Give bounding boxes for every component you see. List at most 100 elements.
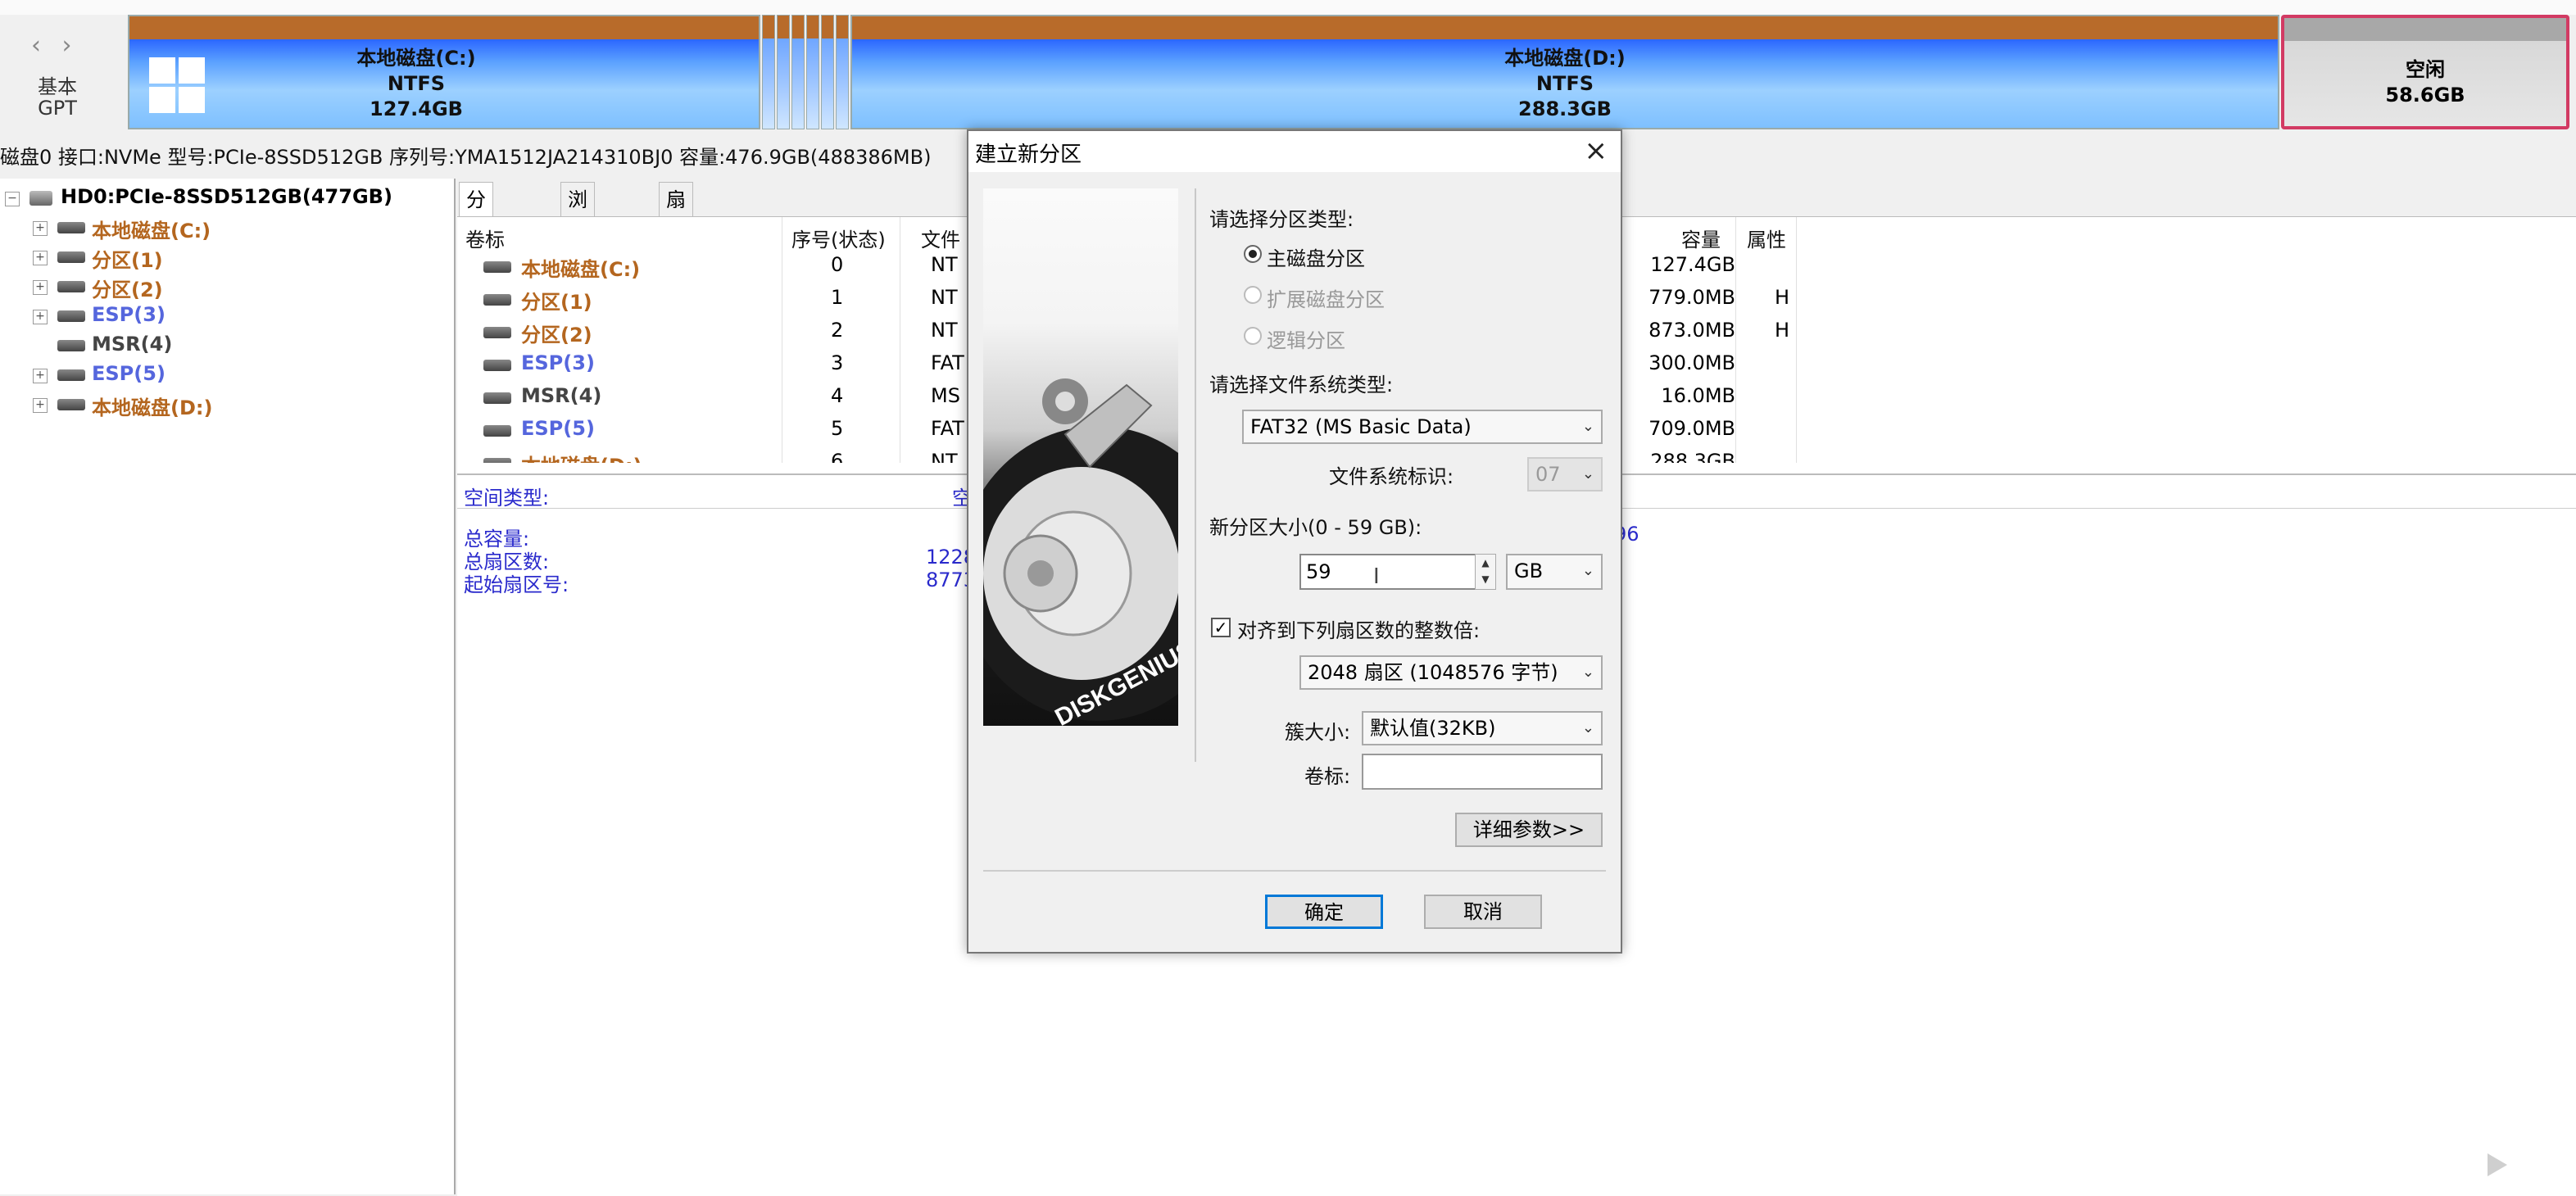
partition-c-name: 本地磁盘(C:) (356, 47, 476, 70)
partition-bar-3[interactable] (791, 15, 805, 129)
row-fs: NT (931, 319, 958, 342)
tab-partition-params[interactable]: 分区参数 (459, 182, 493, 315)
cluster-value: 默认值(32KB) (1370, 717, 1496, 740)
col-header-attr[interactable]: 属性 (1747, 224, 1786, 252)
fs-id-label: 文件系统标识: (1329, 465, 1454, 488)
partition-icon (483, 425, 511, 437)
partition-d-size: 288.3GB (1518, 97, 1612, 120)
fs-type-value: FAT32 (MS Basic Data) (1250, 415, 1472, 438)
row-fs: NT (931, 450, 958, 463)
partition-bar-2[interactable] (777, 15, 790, 129)
disk-type-label: 基本 (38, 75, 77, 98)
partition-type-label: 请选择分区类型: (1209, 208, 1354, 231)
partition-c-size: 127.4GB (370, 97, 463, 120)
partition-icon (483, 392, 511, 404)
row-seq: 3 (831, 351, 844, 374)
col-header-capacity[interactable]: 容量 (1681, 224, 1721, 252)
disk-nav: ‹ › 基本 GPT (0, 15, 123, 129)
partition-bar-4[interactable] (806, 15, 819, 129)
partition-bar-c[interactable]: 本地磁盘(C:) NTFS 127.4GB (128, 15, 760, 129)
row-seq: 6 (831, 450, 844, 463)
close-icon[interactable]: × (1585, 134, 1608, 167)
tab-browse-files[interactable]: 浏览文件 (560, 182, 595, 315)
row-fs: FAT (931, 417, 964, 440)
align-value: 2048 扇区 (1048576 字节) (1308, 661, 1558, 684)
tree-item-label: ESP(5) (92, 362, 166, 385)
collapse-icon[interactable]: − (5, 192, 20, 206)
expand-icon[interactable]: + (33, 251, 48, 265)
partition-d-name: 本地磁盘(D:) (1504, 47, 1626, 70)
row-attr: H (1775, 319, 1790, 342)
size-spinner[interactable]: ▲ ▼ (1475, 554, 1496, 590)
size-unit-select[interactable]: GB ⌄ (1506, 554, 1603, 590)
cancel-button[interactable]: 取消 (1424, 895, 1542, 929)
volume-label: 卷标: (1304, 765, 1351, 788)
radio-extended (1244, 286, 1262, 304)
col-header-fs[interactable]: 文件 (921, 224, 960, 252)
ok-button[interactable]: 确定 (1265, 895, 1383, 929)
col-header-seq[interactable]: 序号(状态) (791, 224, 886, 252)
size-unit-value: GB (1514, 559, 1544, 582)
partition-icon (483, 360, 511, 371)
partition-d-fs: NTFS (1535, 72, 1594, 95)
partition-bar-6[interactable] (836, 15, 849, 129)
fs-type-label: 请选择文件系统类型: (1209, 374, 1394, 396)
row-fs: NT (931, 286, 958, 309)
chevron-down-icon: ⌄ (1581, 418, 1594, 435)
tree-item-label: ESP(3) (92, 303, 166, 326)
align-checkbox[interactable]: ✓ (1211, 618, 1231, 637)
row-seq: 1 (831, 286, 844, 309)
free-space-name: 空闲 (2406, 58, 2445, 81)
radio-primary-label[interactable]: 主磁盘分区 (1267, 242, 1365, 271)
chevron-down-icon: ⌄ (1581, 719, 1594, 736)
partition-icon (57, 369, 85, 381)
row-name: 本地磁盘(D:) (521, 450, 642, 463)
col-header-label[interactable]: 卷标 (465, 224, 505, 252)
partition-icon (57, 310, 85, 322)
expand-icon[interactable]: + (33, 221, 48, 236)
row-name: ESP(3) (521, 351, 595, 374)
row-fs: MS (931, 384, 960, 407)
disk-nav-arrows-icon[interactable]: ‹ › (31, 31, 79, 60)
volume-input[interactable] (1362, 754, 1603, 790)
partition-bar-d[interactable]: 本地磁盘(D:) NTFS 288.3GB (850, 15, 2279, 129)
dialog-titlebar: 建立新分区 × (968, 131, 1621, 172)
align-select[interactable]: 2048 扇区 (1048576 字节) ⌄ (1299, 655, 1603, 690)
expand-icon[interactable]: + (33, 398, 48, 413)
new-partition-dialog: 建立新分区 × DISKGENIUS 请选择分区类型: 主磁盘分区 扩展磁盘分区… (967, 129, 1622, 954)
chevron-down-icon: ⌄ (1581, 664, 1594, 681)
tree-item-label: 本地磁盘(C:) (92, 220, 211, 242)
radio-primary[interactable] (1244, 245, 1262, 263)
expand-icon[interactable]: + (33, 369, 48, 383)
partition-bar-1[interactable] (762, 15, 775, 129)
free-space-size: 58.6GB (2385, 84, 2465, 106)
row-seq: 2 (831, 319, 844, 342)
align-label[interactable]: 对齐到下列扇区数的整数倍: (1237, 614, 1480, 643)
fs-id-select: 07 ⌄ (1527, 457, 1603, 492)
text-cursor-icon: I (1373, 564, 1380, 589)
partition-icon (483, 294, 511, 306)
partition-icon (57, 222, 85, 233)
tab-sector-edit[interactable]: 扇区编辑 (659, 182, 693, 315)
tree-root-label: HD0:PCIe-8SSD512GB(477GB) (61, 185, 392, 208)
cluster-label: 簇大小: (1285, 721, 1351, 744)
size-label: 新分区大小(0 - 59 GB): (1209, 516, 1422, 539)
cluster-select[interactable]: 默认值(32KB) ⌄ (1362, 711, 1603, 745)
expand-icon[interactable]: + (33, 310, 48, 324)
row-fs: NT (931, 253, 958, 276)
chevron-down-icon: ⌄ (1581, 562, 1594, 579)
row-seq: 0 (831, 253, 844, 276)
fs-type-select[interactable]: FAT32 (MS Basic Data) ⌄ (1242, 410, 1603, 444)
size-input[interactable]: 59 I (1299, 554, 1476, 590)
partition-bar-5[interactable] (821, 15, 834, 129)
size-value: 59 (1306, 560, 1331, 583)
row-attr: H (1775, 286, 1790, 309)
radio-logical-label: 逻辑分区 (1267, 329, 1345, 352)
partition-icon (57, 399, 85, 410)
partition-icon (483, 458, 511, 463)
chevron-down-icon: ⌄ (1581, 465, 1594, 482)
advanced-params-button[interactable]: 详细参数>> (1455, 813, 1603, 847)
free-space-bar[interactable]: 空闲 58.6GB (2281, 15, 2569, 129)
tree-item-label: 分区(2) (92, 279, 163, 301)
expand-icon[interactable]: + (33, 280, 48, 295)
